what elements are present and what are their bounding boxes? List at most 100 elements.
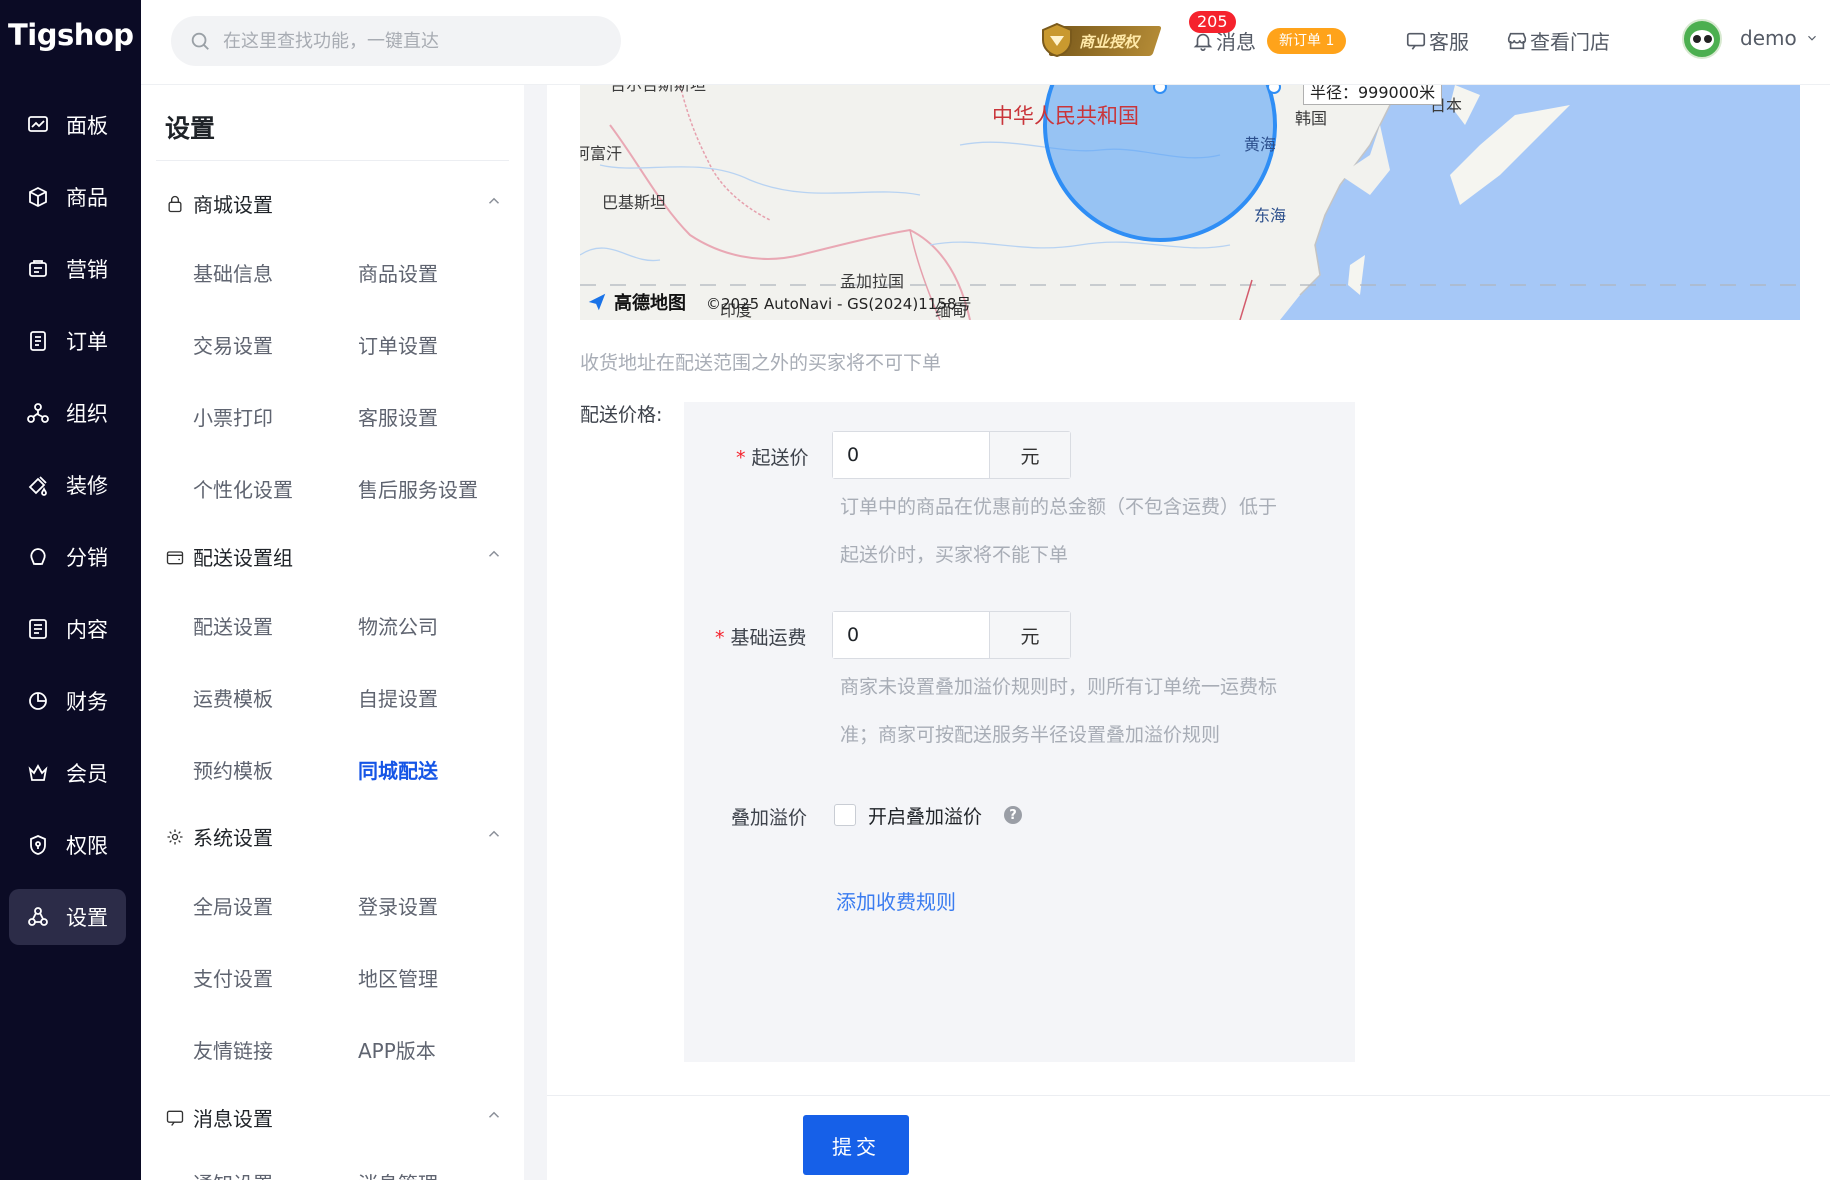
map-label-east-sea: 东海 [1254,206,1287,225]
submenu-item[interactable]: 友情链接 [193,1035,273,1064]
rail-item-content[interactable]: 内容 [9,601,126,657]
submenu-item[interactable]: 物流公司 [358,611,438,640]
main-nav-rail: Tigshop 面板 商品 营销 订单 组织 装修 分销 内容 财务 会员 权限… [0,0,141,1180]
base-fee-input[interactable] [833,612,990,658]
surcharge-checkbox-label[interactable]: 开启叠加溢价 [868,802,982,829]
min-price-hint-line2: 起送价时，买家将不能下单 [840,544,1069,566]
rail-item-finance[interactable]: 财务 [9,673,126,729]
submenu-item[interactable]: 运费模板 [193,683,273,712]
price-section-label: 配送价格: [580,404,663,426]
submenu-item[interactable]: 客服设置 [358,402,438,431]
permission-icon [25,832,51,858]
submenu-item[interactable]: 基础信息 [193,258,273,287]
submenu-item[interactable]: 全局设置 [193,891,273,920]
submenu-item[interactable]: 支付设置 [193,963,273,992]
map-label-korea: 韩国 [1295,109,1328,128]
rail-item-member[interactable]: 会员 [9,745,126,801]
search-bar[interactable] [171,16,621,66]
min-price-input[interactable] [833,432,990,478]
license-label: 商业授权 [1079,33,1140,51]
chevron-up-icon[interactable] [485,1106,503,1124]
rail-item-dashboard[interactable]: 面板 [9,97,126,153]
group-delivery-settings[interactable]: 配送设置组 [165,542,293,571]
amap-logo: 高德地图 [586,289,686,315]
submenu-item[interactable]: 通知设置 [193,1168,273,1180]
customer-service-label: 客服 [1429,30,1469,54]
settings-submenu: 设置 商城设置 基础信息 商品设置 交易设置 订单设置 小票打印 客服设置 个性… [141,85,524,1180]
submenu-item[interactable]: 订单设置 [358,330,438,359]
delivery-range-map[interactable]: 中华人民共和国 韩国 日本 黄海 东海 阿富汗 巴基斯坦 孟加拉国 印度 缅甸 … [580,85,1800,320]
avatar[interactable] [1682,19,1722,59]
rail-item-label: 营销 [66,258,108,282]
chevron-up-icon[interactable] [485,192,503,210]
submenu-item[interactable]: 交易设置 [193,330,273,359]
rail-item-distribution[interactable]: 分销 [9,529,126,585]
chat-icon [1406,32,1426,50]
submenu-item[interactable]: 地区管理 [358,963,438,992]
group-system-settings[interactable]: 系统设置 [165,822,273,851]
rail-item-marketing[interactable]: 营销 [9,241,126,297]
user-menu[interactable]: demo [1740,26,1819,50]
submenu-item[interactable]: 个性化设置 [193,474,293,503]
brand-logo[interactable]: Tigshop [8,18,134,52]
base-fee-hint-line2: 准；商家可按配送服务半径设置叠加溢价规则 [840,724,1221,746]
organization-icon [25,400,51,426]
rail-item-products[interactable]: 商品 [9,169,126,225]
license-shield-icon [1042,22,1072,58]
add-fee-rule-link[interactable]: 添加收费规则 [836,886,956,915]
view-store-link[interactable]: 查看门店 [1506,26,1610,55]
rail-item-label: 内容 [66,618,108,642]
rail-item-label: 组织 [66,402,108,426]
chevron-up-icon[interactable] [485,825,503,843]
customer-service-link[interactable]: 客服 [1405,26,1469,55]
rail-item-permission[interactable]: 权限 [9,817,126,873]
wallet-icon [166,550,184,564]
content-icon [25,616,51,642]
help-question-icon[interactable]: ? [1004,806,1022,824]
rail-item-label: 权限 [66,834,108,858]
product-box-icon [25,184,51,210]
divider [156,160,509,161]
rail-item-organization[interactable]: 组织 [9,385,126,441]
min-price-hint-line1: 订单中的商品在优惠前的总金额（不包含运费）低于 [840,496,1278,518]
base-fee-field: 元 [832,611,1071,659]
settings-icon [25,904,51,930]
commercial-license-badge[interactable]: 商业授权 [1039,22,1162,58]
rail-item-label: 订单 [66,330,108,354]
decoration-icon [25,472,51,498]
submenu-item[interactable]: 登录设置 [358,891,438,920]
new-order-badge[interactable]: 新订单 1 [1267,28,1347,54]
chevron-up-icon[interactable] [485,545,503,563]
map-copyright: ©2025 AutoNavi - GS(2024)1158号 [706,295,972,313]
distribution-icon [25,544,51,570]
submenu-item[interactable]: 配送设置 [193,611,273,640]
surcharge-checkbox[interactable] [834,804,856,826]
radius-tooltip: 半径：999000米 [1303,85,1443,105]
submit-button[interactable]: 提交 [803,1115,909,1175]
map-label-bangladesh: 孟加拉国 [840,272,905,291]
map-label-pakistan: 巴基斯坦 [602,193,667,212]
store-icon [1507,32,1527,49]
search-icon [191,32,209,50]
submenu-title: 设置 [165,114,216,143]
submenu-item[interactable]: 商品设置 [358,258,438,287]
form-footer: 提交 [547,1095,1830,1180]
submenu-item[interactable]: 自提设置 [358,683,438,712]
submenu-item[interactable]: 小票打印 [193,402,273,431]
submenu-item[interactable]: APP版本 [358,1035,436,1064]
rail-item-orders[interactable]: 订单 [9,313,126,369]
submenu-item[interactable]: 售后服务设置 [358,474,478,503]
dashboard-icon [25,112,51,138]
rail-item-settings[interactable]: 设置 [9,889,126,945]
rail-item-decoration[interactable]: 装修 [9,457,126,513]
submenu-item-active[interactable]: 同城配送 [358,755,438,784]
rail-item-label: 财务 [66,690,108,714]
group-message-settings[interactable]: 消息设置 [165,1103,273,1132]
group-mall-settings[interactable]: 商城设置 [165,189,273,218]
submenu-item[interactable]: 预约模板 [193,755,273,784]
rail-item-label: 装修 [66,474,108,498]
view-store-label: 查看门店 [1530,30,1610,54]
search-input[interactable] [223,30,583,52]
gear-icon [167,829,183,844]
submenu-item[interactable]: 消息管理 [358,1168,438,1180]
